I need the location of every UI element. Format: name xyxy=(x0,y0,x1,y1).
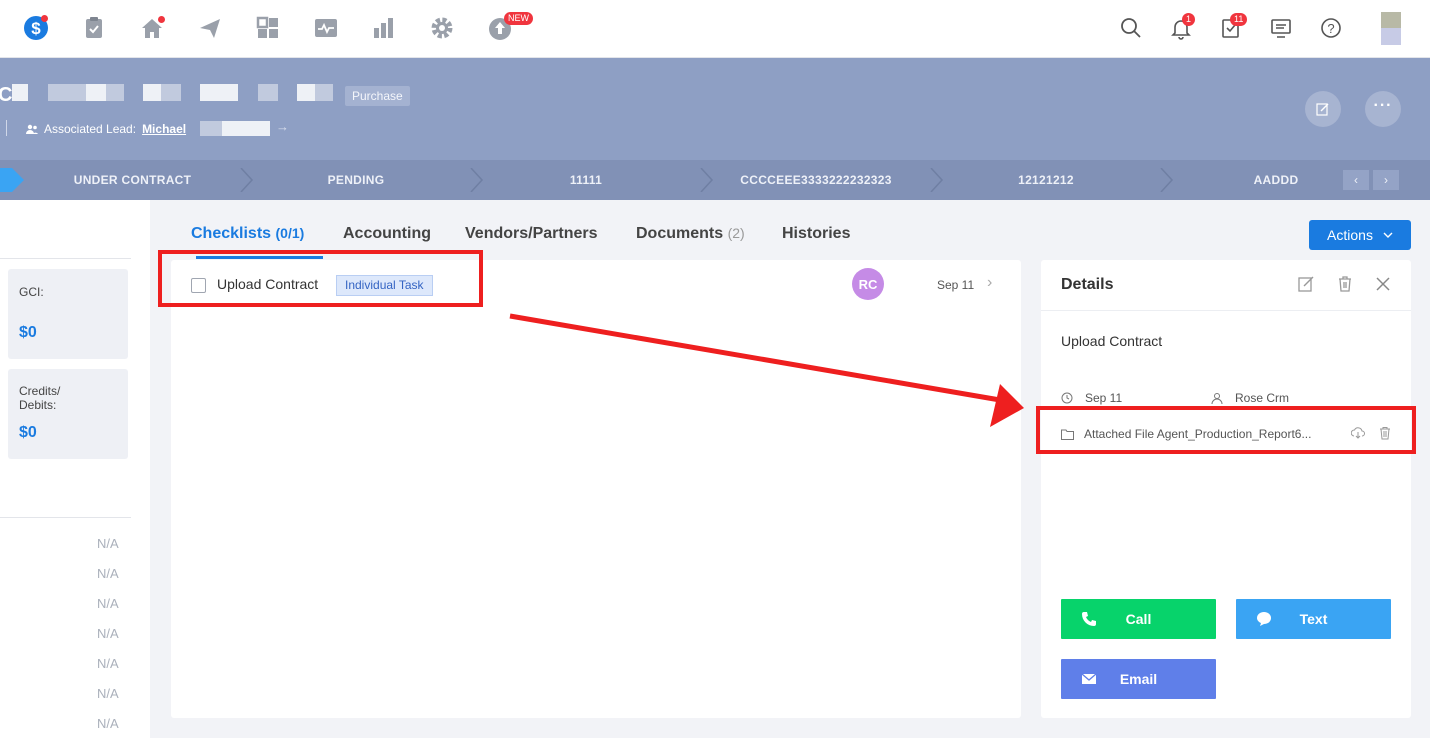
annotation-arrow xyxy=(509,313,1024,427)
